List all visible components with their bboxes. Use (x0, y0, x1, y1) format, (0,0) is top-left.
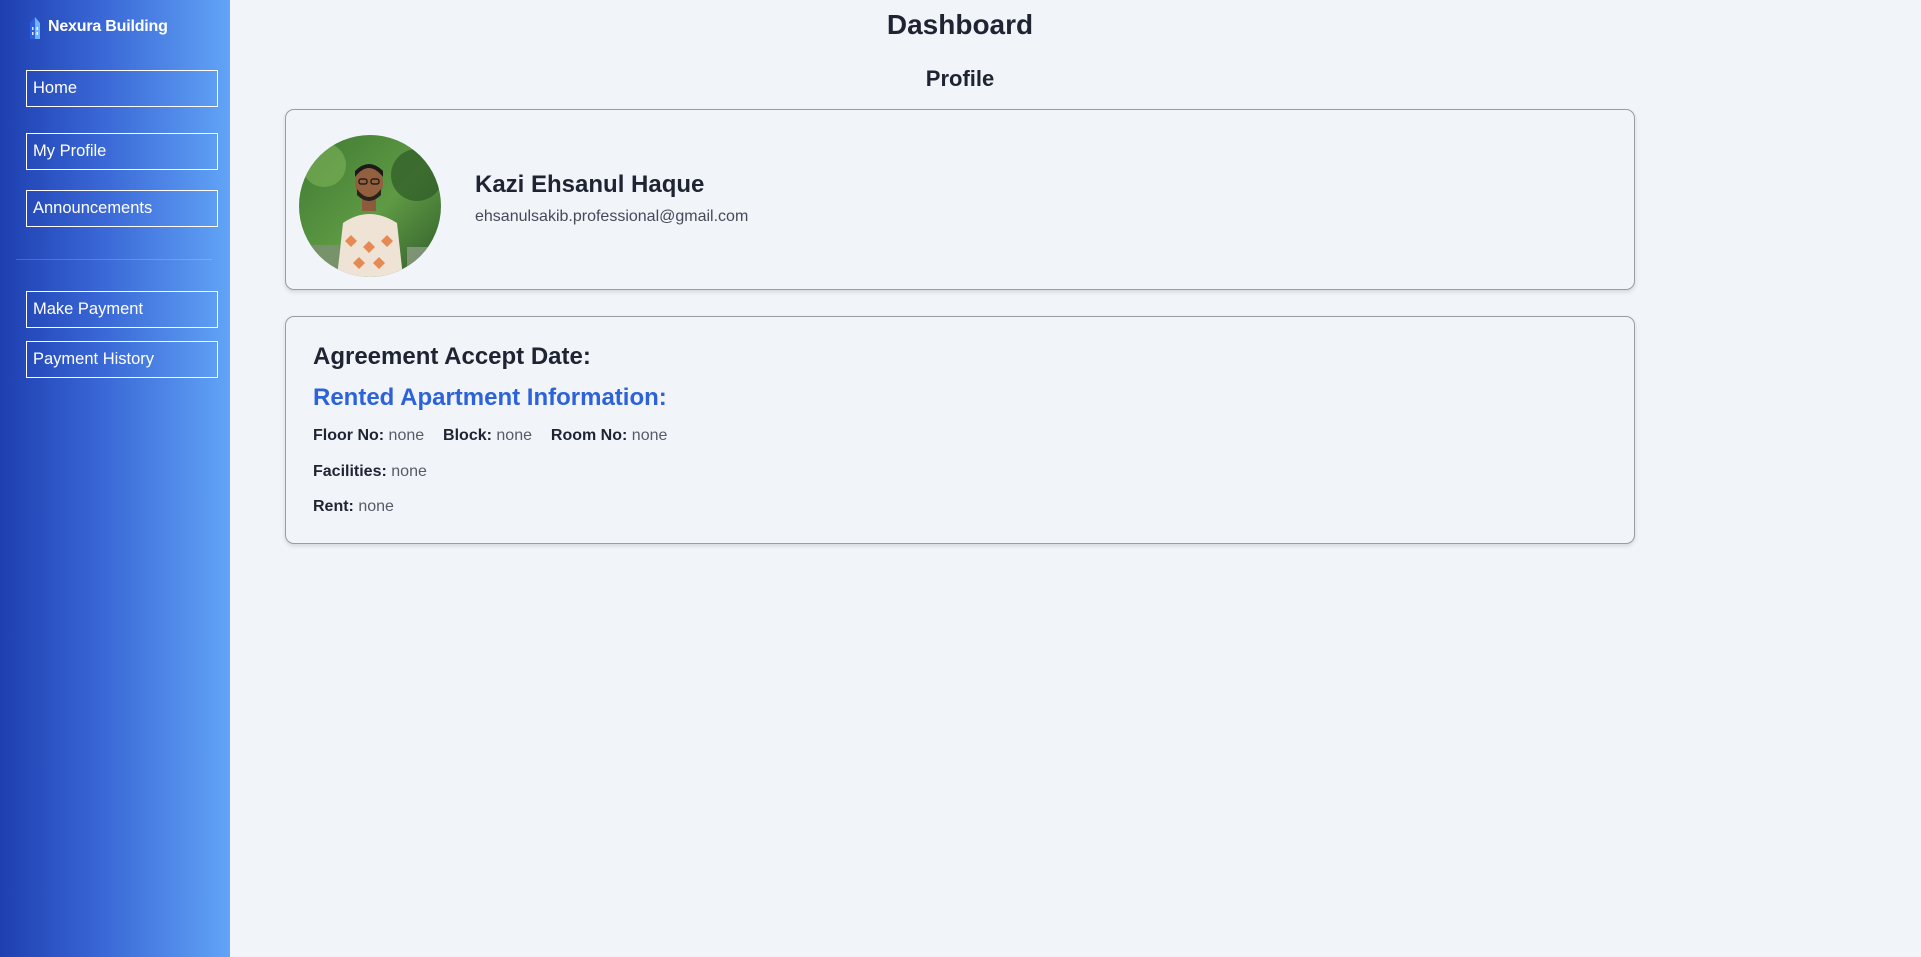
brand[interactable]: Nexura Building (27, 14, 168, 40)
agreement-accept-date: Agreement Accept Date: (313, 343, 591, 370)
user-email: ehsanulsakib.professional@gmail.com (475, 208, 749, 225)
rent-label: Rent: (313, 498, 354, 515)
rent-value: none (358, 498, 394, 515)
block-label: Block: (443, 427, 492, 444)
brand-name: Nexura Building (48, 18, 168, 35)
rented-apartment-heading: Rented Apartment Information: (313, 384, 667, 411)
rent-row: Rent: none (313, 498, 394, 516)
facilities-row: Facilities: none (313, 463, 427, 481)
room-value: none (631, 427, 668, 444)
sidebar: Nexura Building Home My Profile Announce… (0, 0, 230, 957)
block-value: none (496, 427, 532, 444)
facilities-value: none (391, 463, 427, 480)
page-title: Dashboard (886, 9, 1034, 40)
rental-info-card: Agreement Accept Date: Rented Apartment … (285, 316, 1635, 544)
sidebar-item-make-payment[interactable]: Make Payment (26, 291, 218, 328)
profile-card: Kazi Ehsanul Haque ehsanulsakib.professi… (285, 109, 1635, 290)
room-label: Room No: (550, 427, 628, 444)
avatar (299, 135, 441, 277)
sidebar-divider (16, 259, 212, 260)
sidebar-item-my-profile[interactable]: My Profile (26, 133, 218, 170)
building-icon (27, 15, 43, 39)
floor-value: none (388, 427, 425, 444)
sidebar-item-payment-history[interactable]: Payment History (26, 341, 218, 378)
facilities-label: Facilities: (313, 463, 387, 480)
section-title-profile: Profile (925, 66, 995, 91)
user-name: Kazi Ehsanul Haque (475, 171, 705, 198)
apartment-location-row: Floor No: none Block: none Room No: none (313, 427, 667, 445)
floor-label: Floor No: (313, 427, 385, 444)
sidebar-item-home[interactable]: Home (26, 70, 218, 107)
sidebar-item-announcements[interactable]: Announcements (26, 190, 218, 227)
app-root: Nexura Building Home My Profile Announce… (0, 0, 1921, 957)
